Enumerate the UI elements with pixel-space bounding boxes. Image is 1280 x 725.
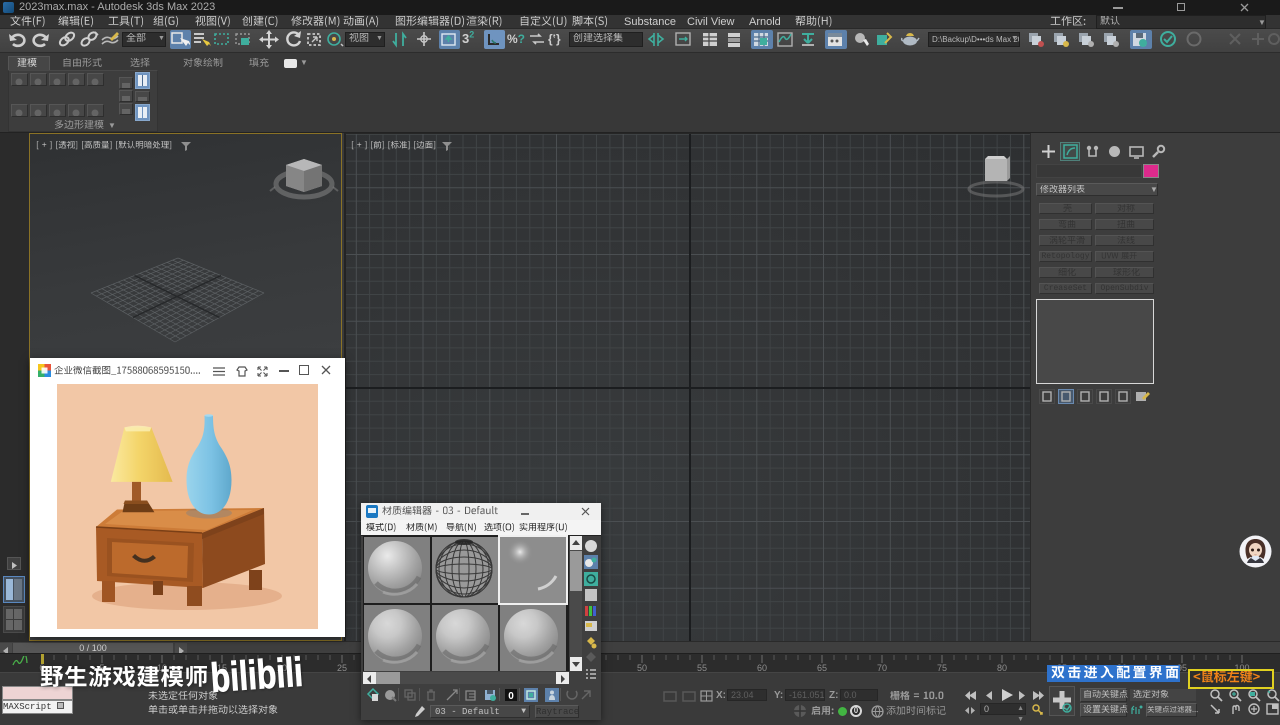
svg-text:0: 0 — [508, 691, 514, 702]
